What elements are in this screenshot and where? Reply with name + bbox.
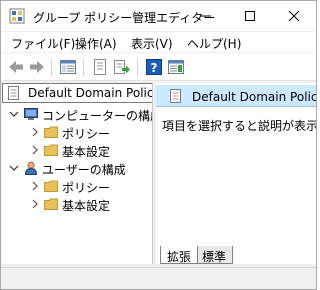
chevron-down-icon[interactable] xyxy=(9,108,19,120)
close-button[interactable] xyxy=(272,1,316,31)
tree-root-label: Default Domain Policy [ xyxy=(28,86,153,100)
close-icon xyxy=(288,10,300,22)
tab-standard-label: 標準 xyxy=(202,250,227,264)
toolbar-separator xyxy=(51,58,52,76)
tree-label-user-preferences: 基本設定 xyxy=(62,199,111,213)
tab-extended[interactable]: 拡張 xyxy=(160,246,199,264)
chevron-right-icon[interactable] xyxy=(30,198,40,210)
chevron-right-icon[interactable] xyxy=(30,180,40,192)
status-bar xyxy=(1,267,316,289)
tree-label-computer-policies: ポリシー xyxy=(62,127,111,141)
minimize-button[interactable] xyxy=(184,1,228,31)
user-icon xyxy=(24,161,38,175)
show-hide-console-tree-icon[interactable] xyxy=(59,58,77,76)
tree-item-computer-configuration[interactable]: コンピューターの構成 xyxy=(2,105,153,123)
export-list-icon[interactable] xyxy=(113,58,131,76)
chevron-down-icon[interactable] xyxy=(9,162,19,174)
folder-icon xyxy=(44,198,58,210)
view-tabs: 標準 拡張 xyxy=(156,246,316,264)
back-arrow-icon[interactable] xyxy=(7,58,25,76)
maximize-icon xyxy=(245,11,255,21)
tree-item-user-policies[interactable]: ポリシー xyxy=(2,177,152,195)
menu-action[interactable]: 操作(A) xyxy=(75,35,117,52)
tree-item-user-preferences[interactable]: 基本設定 xyxy=(2,195,152,213)
tree-label-user-policies: ポリシー xyxy=(62,181,111,195)
chevron-right-icon[interactable] xyxy=(30,126,40,138)
menu-file[interactable]: ファイル(F) xyxy=(11,35,75,52)
window: グループ ポリシー管理エディター ファイル(F) 操作(A) 表示(V) ヘルプ… xyxy=(0,0,317,290)
tree-label-computer-configuration: コンピューターの構成 xyxy=(42,109,153,123)
folder-icon xyxy=(44,144,58,156)
tree-root-default-domain-policy[interactable]: Default Domain Policy [ xyxy=(2,84,153,102)
menu-bar: ファイル(F) 操作(A) 表示(V) ヘルプ(H) xyxy=(1,32,316,52)
tree-label-user-configuration: ユーザーの構成 xyxy=(42,163,126,177)
tree-item-computer-policies[interactable]: ポリシー xyxy=(2,123,152,141)
tree-item-computer-preferences[interactable]: 基本設定 xyxy=(2,141,152,159)
tree-label-computer-preferences: 基本設定 xyxy=(62,145,111,159)
tree-item-user-configuration[interactable]: ユーザーの構成 xyxy=(2,159,152,177)
folder-icon xyxy=(44,180,58,192)
computer-icon xyxy=(24,108,38,120)
details-description: 項目を選択すると説明が表示され xyxy=(162,119,316,133)
toolbar-separator xyxy=(83,58,84,76)
policy-document-icon xyxy=(170,89,181,103)
help-icon[interactable]: ? xyxy=(145,58,163,76)
policy-document-icon xyxy=(8,86,19,100)
toolbar-separator xyxy=(137,58,138,76)
toolbar: ? xyxy=(1,53,316,81)
chevron-right-icon[interactable] xyxy=(30,144,40,156)
folder-icon xyxy=(44,126,58,138)
menu-help[interactable]: ヘルプ(H) xyxy=(187,35,241,52)
maximize-button[interactable] xyxy=(228,1,272,31)
details-header[interactable]: Default Domain Policy [ xyxy=(156,85,316,107)
menu-view[interactable]: 表示(V) xyxy=(131,35,173,52)
title-bar: グループ ポリシー管理エディター xyxy=(1,1,316,31)
show-action-pane-icon[interactable] xyxy=(167,58,185,76)
details-pane[interactable]: Default Domain Policy [ 項目を選択すると説明が表示され xyxy=(156,83,316,264)
minimize-icon xyxy=(201,15,211,17)
forward-arrow-icon[interactable] xyxy=(28,58,46,76)
properties-icon[interactable] xyxy=(91,58,109,76)
svg-text:?: ? xyxy=(151,61,158,75)
details-header-label: Default Domain Policy [ xyxy=(192,90,316,104)
tab-extended-label: 拡張 xyxy=(167,250,192,264)
tab-standard[interactable]: 標準 xyxy=(196,246,234,264)
group-policy-app-icon xyxy=(9,8,25,24)
console-tree[interactable]: Default Domain Policy [ コンピューターの構成 ポリシー xyxy=(2,83,153,264)
